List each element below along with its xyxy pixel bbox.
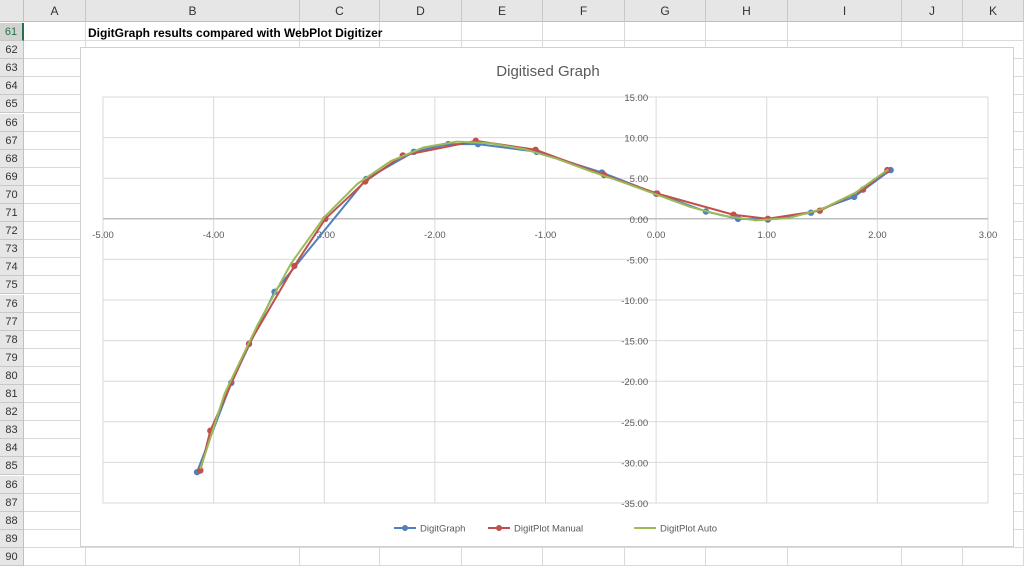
row-header-68[interactable]: 68 <box>0 149 24 168</box>
x-tick-label: -4.00 <box>203 230 225 241</box>
column-header-F[interactable]: F <box>543 0 625 22</box>
row-header-90[interactable]: 90 <box>0 547 24 566</box>
row-header-78[interactable]: 78 <box>0 330 24 349</box>
y-tick-label: 10.00 <box>624 134 648 145</box>
y-tick-label: -35.00 <box>621 499 648 510</box>
row-header-66[interactable]: 66 <box>0 113 24 132</box>
row-header-62[interactable]: 62 <box>0 41 24 60</box>
row-header-76[interactable]: 76 <box>0 294 24 313</box>
y-tick-label: 15.00 <box>624 93 648 104</box>
column-header-E[interactable]: E <box>462 0 543 22</box>
chart[interactable]: Digitised Graph -5.00 -4.00 -3.00 -2.00 -1.0… <box>80 47 1014 547</box>
row-header-65[interactable]: 65 <box>0 95 24 114</box>
row-header-89[interactable]: 89 <box>0 529 24 548</box>
x-tick-label: -1.00 <box>535 230 557 241</box>
y-tick-label: -30.00 <box>621 458 648 469</box>
x-tick-label: 1.00 <box>758 230 777 241</box>
corner-select-all[interactable] <box>0 0 24 22</box>
row-header-74[interactable]: 74 <box>0 258 24 277</box>
row-header-86[interactable]: 86 <box>0 475 24 494</box>
y-tick-label: 0.00 <box>630 215 649 226</box>
legend-label: DigitPlot Manual <box>514 524 583 535</box>
legend-marker <box>496 525 502 531</box>
row-header-73[interactable]: 73 <box>0 240 24 259</box>
column-header-D[interactable]: D <box>380 0 462 22</box>
row-header-64[interactable]: 64 <box>0 77 24 96</box>
column-header-G[interactable]: G <box>625 0 706 22</box>
y-tick-label: -25.00 <box>621 418 648 429</box>
column-header-J[interactable]: J <box>902 0 963 22</box>
cell-b61-title[interactable]: DigitGraph results compared with WebPlot… <box>88 24 382 42</box>
column-header-C[interactable]: C <box>300 0 380 22</box>
series-line-digitplot-manual <box>199 139 888 471</box>
series-line-digitplot-auto <box>199 140 890 470</box>
x-tick-label: -5.00 <box>92 230 114 241</box>
row-header-83[interactable]: 83 <box>0 421 24 440</box>
legend-label: DigitPlot Auto <box>660 524 717 535</box>
row-header-70[interactable]: 70 <box>0 185 24 204</box>
chart-svg: Digitised Graph -5.00 -4.00 -3.00 -2.00 -1.0… <box>92 63 998 535</box>
row-header-61[interactable]: 61 <box>0 23 24 42</box>
row-header-85[interactable]: 85 <box>0 457 24 476</box>
series-line-digitgraph <box>196 143 892 473</box>
y-tick-label: -20.00 <box>621 377 648 388</box>
legend-marker <box>402 525 408 531</box>
chart-title: Digitised Graph <box>496 63 599 80</box>
row-header-67[interactable]: 67 <box>0 131 24 150</box>
column-header-I[interactable]: I <box>788 0 902 22</box>
row-header-63[interactable]: 63 <box>0 59 24 78</box>
row-header-82[interactable]: 82 <box>0 403 24 422</box>
column-header-A[interactable]: A <box>24 0 86 22</box>
y-tick-label: -10.00 <box>621 296 648 307</box>
x-tick-label: 0.00 <box>647 230 666 241</box>
x-tick-label: 2.00 <box>868 230 887 241</box>
legend-label: DigitGraph <box>420 524 465 535</box>
column-header-K[interactable]: K <box>963 0 1024 22</box>
column-header-B[interactable]: B <box>86 0 300 22</box>
row-header-88[interactable]: 88 <box>0 511 24 530</box>
row-header-72[interactable]: 72 <box>0 222 24 241</box>
row-header-75[interactable]: 75 <box>0 276 24 295</box>
row-header-71[interactable]: 71 <box>0 204 24 223</box>
row-header-69[interactable]: 69 <box>0 167 24 186</box>
row-header-84[interactable]: 84 <box>0 439 24 458</box>
x-tick-label: 3.00 <box>979 230 998 241</box>
row-header-87[interactable]: 87 <box>0 493 24 512</box>
row-header-80[interactable]: 80 <box>0 366 24 385</box>
row-header-79[interactable]: 79 <box>0 348 24 367</box>
x-tick-label: -2.00 <box>424 230 446 241</box>
y-tick-label: -15.00 <box>621 337 648 348</box>
row-header-77[interactable]: 77 <box>0 312 24 331</box>
column-header-H[interactable]: H <box>706 0 788 22</box>
row-header-81[interactable]: 81 <box>0 385 24 404</box>
y-tick-label: -5.00 <box>626 255 648 266</box>
